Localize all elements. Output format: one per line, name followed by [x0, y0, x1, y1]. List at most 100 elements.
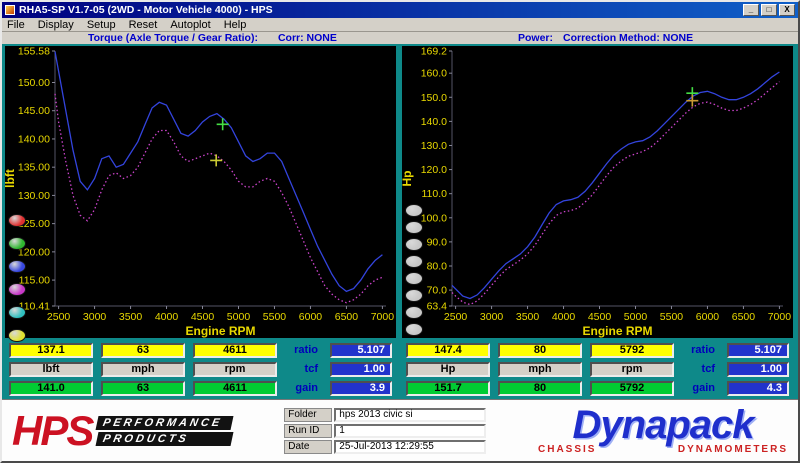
app-window: RHA5-SP V1.7-05 (2WD - Motor Vehicle 400…: [0, 0, 800, 463]
torque-chart[interactable]: 155.58150.00145.00140.00135.00130.00125.…: [3, 46, 396, 338]
run-select-button[interactable]: [8, 214, 26, 227]
run-select-button[interactable]: [8, 306, 26, 319]
run-select-button[interactable]: [405, 323, 423, 336]
speed-peak-value: 80: [498, 381, 582, 396]
svg-text:2500: 2500: [47, 311, 71, 323]
hps-logo-bars: PERFORMANCE PRODUCTS: [95, 415, 235, 446]
rpm-cursor-value: 4611: [193, 343, 277, 358]
run-select-button[interactable]: [8, 260, 26, 273]
svg-text:7000: 7000: [371, 311, 395, 323]
svg-text:Hp: Hp: [402, 171, 414, 187]
run-id-row: Run ID 1: [284, 423, 487, 438]
run-select-button[interactable]: [405, 221, 423, 234]
run-select-button[interactable]: [405, 272, 423, 285]
svg-text:5500: 5500: [263, 311, 287, 323]
rpm-unit-label: rpm: [193, 362, 277, 377]
torque-header: Torque (Axle Torque / Gear Ratio): Corr:…: [2, 32, 400, 44]
svg-text:70.0: 70.0: [427, 285, 448, 297]
torque-cursor-value: 137.1: [9, 343, 93, 358]
svg-text:5000: 5000: [624, 311, 648, 323]
hps-logo-line2: PRODUCTS: [95, 431, 235, 446]
power-unit-label: Hp: [406, 362, 490, 377]
close-button[interactable]: X: [779, 4, 795, 16]
menu-reset[interactable]: Reset: [129, 19, 158, 31]
hps-logo: HPS PERFORMANCE PRODUCTS: [12, 406, 235, 454]
svg-text:3500: 3500: [119, 311, 143, 323]
tcf-label: tcf: [701, 363, 715, 375]
torque-correction-status: Corr: NONE: [277, 32, 337, 44]
power-chart-panel: 169.2 160.0 150.0 140.0 130.0 120.0 110.0 100.0…: [400, 46, 793, 338]
svg-text:4500: 4500: [588, 311, 612, 323]
run-select-button[interactable]: [405, 238, 423, 251]
dynapack-dynamometers-text: DYNAMOMETERS: [677, 444, 788, 455]
gain-value: 4.3: [727, 381, 789, 396]
run-select-button[interactable]: [405, 255, 423, 268]
date-field[interactable]: 25-Jul-2013 12:29:55: [334, 439, 487, 454]
power-readout-panel: 147.4 80 5792 ratio 5.107 Hp mph rpm tcf…: [402, 341, 793, 398]
svg-text:6000: 6000: [696, 311, 720, 323]
menu-help[interactable]: Help: [224, 19, 247, 31]
menu-setup[interactable]: Setup: [87, 19, 116, 31]
gain-value: 3.9: [330, 381, 392, 396]
readouts-area: 137.1 63 4611 ratio 5.107 lbft mph rpm t…: [2, 340, 798, 399]
ratio-label: ratio: [294, 344, 318, 356]
svg-text:7000: 7000: [768, 311, 792, 323]
rpm-peak-value: 4611: [193, 381, 277, 396]
svg-text:120.0: 120.0: [421, 164, 447, 176]
maximize-button[interactable]: □: [761, 4, 777, 16]
svg-text:150.00: 150.00: [18, 77, 50, 89]
svg-text:6500: 6500: [335, 311, 359, 323]
charts-area: 155.58 150.00 145.00 140.00 135.00 130.00 125.…: [2, 44, 798, 342]
speed-peak-value: 63: [101, 381, 185, 396]
menu-display[interactable]: Display: [38, 19, 74, 31]
gain-label: gain: [692, 382, 715, 394]
run-select-button[interactable]: [8, 237, 26, 250]
footer: HPS PERFORMANCE PRODUCTS Folder hps 2013…: [2, 399, 798, 461]
torque-readout-panel: 137.1 63 4611 ratio 5.107 lbft mph rpm t…: [5, 341, 396, 398]
svg-text:169.2: 169.2: [421, 46, 447, 58]
tcf-value: 1.00: [330, 362, 392, 377]
torque-peak-value: 141.0: [9, 381, 93, 396]
speed-unit-label: mph: [101, 362, 185, 377]
folder-label: Folder: [284, 407, 333, 422]
app-icon: [5, 5, 15, 15]
run-id-field[interactable]: 1: [334, 423, 487, 438]
run-select-button[interactable]: [405, 289, 423, 302]
svg-text:130.00: 130.00: [18, 190, 50, 202]
run-select-button[interactable]: [8, 329, 26, 342]
dynapack-chassis-text: CHASSIS: [538, 444, 597, 455]
power-header: Power: Correction Method: NONE: [400, 32, 798, 44]
power-title: Power:: [518, 32, 554, 44]
svg-text:135.00: 135.00: [18, 162, 50, 174]
svg-text:80.0: 80.0: [427, 260, 448, 272]
svg-text:90.0: 90.0: [427, 236, 448, 248]
svg-text:155.58: 155.58: [18, 46, 50, 58]
torque-title: Torque (Axle Torque / Gear Ratio):: [88, 32, 258, 44]
run-select-button[interactable]: [8, 283, 26, 296]
ratio-label: ratio: [691, 344, 715, 356]
svg-text:5000: 5000: [227, 311, 251, 323]
rpm-unit-label: rpm: [590, 362, 674, 377]
hps-logo-line1: PERFORMANCE: [95, 415, 235, 430]
date-label: Date: [284, 439, 333, 454]
torque-run-buttons: [8, 214, 26, 342]
tcf-label: tcf: [304, 363, 318, 375]
hps-logo-text: HPS: [12, 406, 94, 454]
power-chart[interactable]: 169.2 160.0 150.0 140.0 130.0 120.0 110.0 100.0…: [400, 46, 793, 338]
run-select-button[interactable]: [405, 204, 423, 217]
speed-cursor-value: 80: [498, 343, 582, 358]
rpm-peak-value: 5792: [590, 381, 674, 396]
menu-file[interactable]: File: [7, 19, 25, 31]
power-correction-status: Correction Method: NONE: [563, 32, 694, 44]
svg-text:4000: 4000: [552, 311, 576, 323]
minimize-button[interactable]: _: [743, 4, 759, 16]
torque-unit-label: lbft: [9, 362, 93, 377]
power-run-buttons: [405, 204, 423, 336]
folder-field[interactable]: hps 2013 civic si: [334, 407, 487, 422]
window-title: RHA5-SP V1.7-05 (2WD - Motor Vehicle 400…: [19, 4, 273, 16]
svg-text:110.0: 110.0: [422, 188, 448, 200]
svg-text:5500: 5500: [660, 311, 684, 323]
titlebar[interactable]: RHA5-SP V1.7-05 (2WD - Motor Vehicle 400…: [2, 2, 798, 18]
menu-autoplot[interactable]: Autoplot: [170, 19, 210, 31]
run-select-button[interactable]: [405, 306, 423, 319]
